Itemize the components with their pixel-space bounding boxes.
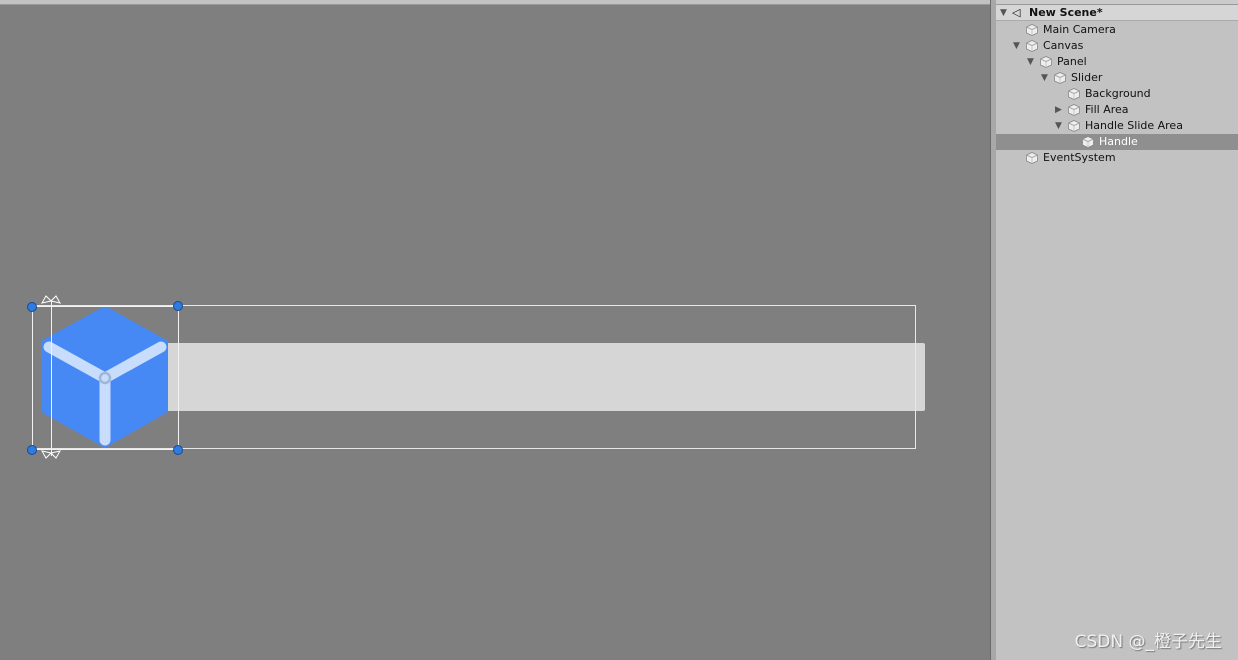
gameobject-cube-icon (1026, 40, 1038, 52)
hierarchy-item-label: EventSystem (1043, 151, 1116, 164)
hierarchy-item[interactable]: EventSystem (996, 150, 1238, 166)
handle-cube-icon[interactable] (41, 306, 168, 448)
hierarchy-item-label: Background (1085, 87, 1151, 100)
hierarchy-item[interactable]: Background (996, 86, 1238, 102)
corner-handle-top-left[interactable] (27, 302, 37, 312)
hierarchy-item-label: Handle (1099, 135, 1138, 148)
expand-arrow-icon[interactable]: ▼ (1027, 54, 1034, 70)
gameobject-cube-icon (1026, 24, 1038, 36)
unity-logo-icon: ◁ (1012, 6, 1021, 19)
corner-handle-bottom-left[interactable] (27, 445, 37, 455)
hierarchy-item-label: Slider (1071, 71, 1103, 84)
hierarchy-item[interactable]: ▼ Canvas (996, 38, 1238, 54)
gameobject-cube-icon (1068, 120, 1080, 132)
watermark: CSDN @_橙子先生 (1074, 632, 1222, 652)
gameobject-cube-icon (1054, 72, 1066, 84)
gameobject-cube-icon (1068, 88, 1080, 100)
expand-arrow-icon[interactable]: ▼ (1013, 38, 1020, 54)
slider-background[interactable] (160, 343, 925, 411)
scene-root[interactable]: ▼ ◁ New Scene* (996, 5, 1238, 21)
collapsed-arrow-icon[interactable]: ▶ (1055, 102, 1062, 118)
hierarchy-item[interactable]: ▼ Panel (996, 54, 1238, 70)
hierarchy-item[interactable]: Handle (996, 134, 1238, 150)
expand-arrow-icon[interactable]: ▼ (1041, 70, 1048, 86)
hierarchy-item[interactable]: ▼ Slider (996, 70, 1238, 86)
scene-canvas[interactable] (0, 0, 990, 660)
hierarchy-item[interactable]: ▶ Fill Area (996, 102, 1238, 118)
gameobject-cube-icon (1082, 136, 1094, 148)
hierarchy-item-label: Canvas (1043, 39, 1084, 52)
scene-name: New Scene* (1029, 6, 1103, 19)
hierarchy-item[interactable]: Main Camera (996, 22, 1238, 38)
hierarchy-item-label: Fill Area (1085, 103, 1129, 116)
expand-arrow-icon[interactable]: ▼ (1000, 5, 1007, 21)
gameobject-cube-icon (1068, 104, 1080, 116)
hierarchy-item[interactable]: ▼ Handle Slide Area (996, 118, 1238, 134)
gameobject-cube-icon (1040, 56, 1052, 68)
hierarchy-item-label: Handle Slide Area (1085, 119, 1183, 132)
hierarchy-item-label: Panel (1057, 55, 1087, 68)
hierarchy-item-label: Main Camera (1043, 23, 1116, 36)
hierarchy-panel: ▼ ◁ New Scene* Main Camera ▼ Canvas ▼ Panel ▼… (996, 0, 1238, 660)
corner-handle-top-right[interactable] (173, 301, 183, 311)
expand-arrow-icon[interactable]: ▼ (1055, 118, 1062, 134)
gameobject-cube-icon (1026, 152, 1038, 164)
scene-view[interactable] (0, 0, 990, 660)
corner-handle-bottom-right[interactable] (173, 445, 183, 455)
